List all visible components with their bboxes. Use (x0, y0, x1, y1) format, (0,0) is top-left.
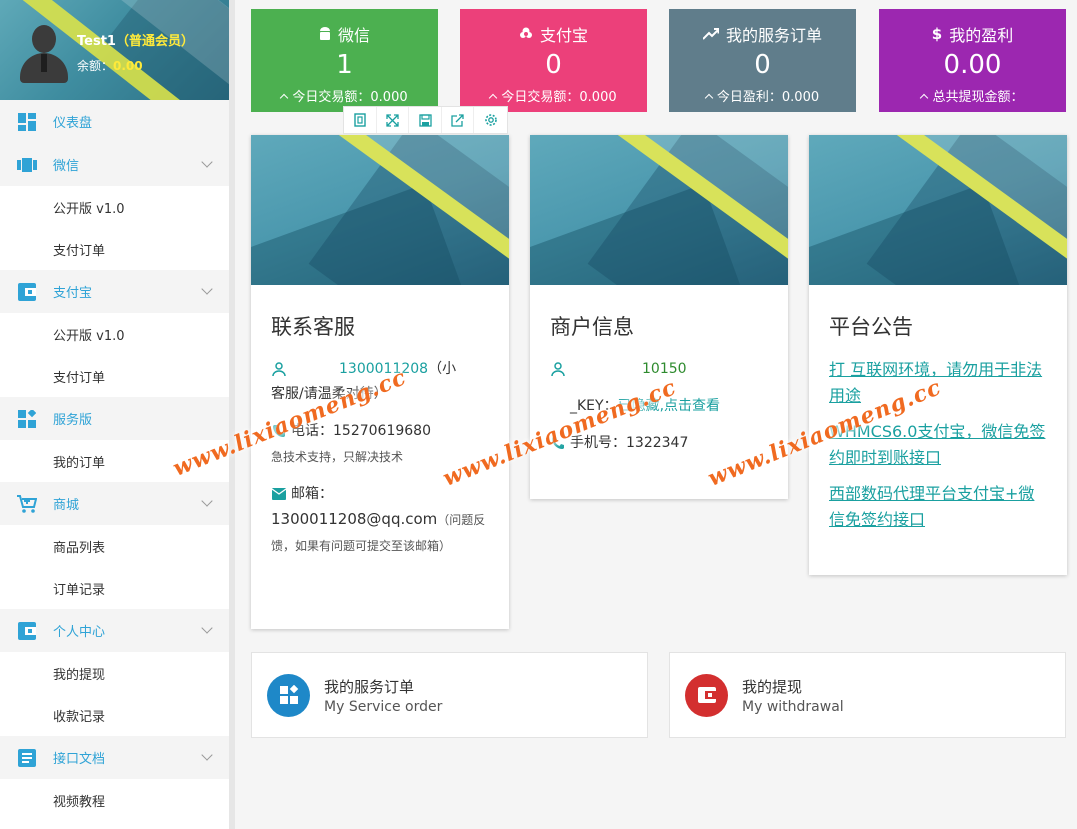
wechat-icon (0, 157, 53, 172)
sidebar-item-label: 支付宝 (53, 286, 93, 301)
chevron-down-icon (201, 156, 213, 168)
user-icon (272, 362, 286, 376)
stat-card-service-orders[interactable]: 我的服务订单 0 今日盈利：0.000 (669, 9, 856, 112)
mail-icon (271, 488, 287, 500)
sidebar-subitem[interactable]: 收款记录 (0, 694, 234, 736)
stat-value: 0.00 (943, 50, 1002, 80)
chevron-down-icon (201, 495, 213, 507)
stat-value: 0 (545, 50, 562, 80)
cart-icon (0, 494, 53, 513)
sidebar-item-label: 服务版 (53, 413, 93, 428)
user-name: Test1（普通会员） (77, 34, 194, 49)
my-withdrawal-button[interactable]: 我的提现 My withdrawal (669, 652, 1066, 738)
wallet-icon (0, 282, 53, 301)
stat-sub: 今日盈利：0.000 (716, 90, 820, 105)
button-subtitle: My withdrawal (742, 698, 844, 715)
card-title: 商户信息 (550, 315, 634, 339)
sidebar-item-wechat[interactable]: 微信 (0, 143, 234, 186)
merchant-card: 商户信息 10150 _KEY：已隐藏,点击查看 手机号：1322347 (530, 135, 788, 499)
doc-icon (0, 748, 53, 767)
card-title: 平台公告 (829, 315, 913, 339)
stat-title: 微信 (337, 26, 370, 45)
profile-header: Test1（普通会员） 余额：0.00 (0, 0, 234, 100)
card-title: 联系客服 (271, 315, 355, 339)
grid-icon (0, 409, 53, 428)
caret-up-icon (704, 93, 714, 102)
sidebar-item-dashboard[interactable]: 仪表盘 (0, 100, 234, 143)
sidebar-subitem[interactable]: 支付订单 (0, 228, 234, 270)
flower-icon (519, 27, 532, 38)
sidebar-subitem[interactable]: 视频教程 (0, 779, 234, 821)
contact-email: 邮箱： 1300011208@qq.com（问题反馈，如果有问题可提交至该邮箱） (271, 486, 486, 553)
settings-icon[interactable] (474, 107, 507, 133)
stat-title: 我的盈利 (949, 26, 1014, 45)
expand-icon[interactable] (377, 107, 410, 133)
notice-card: 平台公告 打 互联网环境，请勿用于非法用途 WHMCS6.0支付宝，微信免签约即… (809, 135, 1067, 575)
card-toolbar (343, 106, 508, 134)
stat-sub: 总共提现金额： (932, 90, 1024, 105)
dollar-icon: $ (931, 25, 943, 43)
caret-up-icon (280, 93, 289, 102)
sidebar-item-service[interactable]: 服务版 (0, 397, 234, 440)
sidebar-item-docs[interactable]: 接口文档 (0, 736, 234, 779)
sidebar-item-label: 微信 (53, 159, 80, 174)
sidebar-item-shop[interactable]: 商城 (0, 482, 234, 525)
sidebar-item-label: 个人中心 (53, 625, 106, 640)
sidebar-item-alipay[interactable]: 支付宝 (0, 270, 234, 313)
sidebar-item-label: 仪表盘 (53, 116, 93, 131)
button-subtitle: My Service order (324, 698, 443, 715)
notice-link[interactable]: 西部数码代理平台支付宝+微信免签约接口 (829, 481, 1047, 533)
sidebar-subitem[interactable]: 订单记录 (0, 567, 234, 609)
sidebar-scrollbar[interactable] (229, 0, 235, 829)
caret-up-icon (920, 93, 929, 102)
sidebar-item-personal[interactable]: 个人中心 (0, 609, 234, 652)
stat-card-wechat[interactable]: 微信 1 今日交易额：0.000 (251, 9, 438, 112)
android-icon (319, 26, 330, 40)
user-icon (551, 362, 565, 376)
sidebar-subitem[interactable]: 支付订单 (0, 355, 234, 397)
caret-up-icon (489, 93, 498, 102)
user-balance: 余额：0.00 (77, 59, 143, 73)
chevron-down-icon (201, 622, 213, 634)
stat-card-profit[interactable]: $ 我的盈利 0.00 总共提现金额： (879, 9, 1066, 112)
sidebar-item-label: 接口文档 (53, 752, 106, 767)
stat-sub: 今日交易额：0.000 (292, 90, 408, 105)
sidebar: Test1（普通会员） 余额：0.00 仪表盘 微信 公开版 v1.0 支付订单… (0, 0, 235, 829)
card-banner (809, 135, 1067, 285)
stat-value: 1 (336, 50, 353, 80)
sidebar-subitem[interactable]: 公开版 v1.0 (0, 313, 234, 355)
sidebar-subitem[interactable]: 商品列表 (0, 525, 234, 567)
grid-icon (267, 673, 310, 717)
chevron-down-icon (201, 749, 213, 761)
share-icon[interactable] (442, 107, 475, 133)
user-level: （普通会员） (115, 34, 194, 49)
button-title: 我的提现 (742, 677, 803, 696)
card-banner (251, 135, 509, 285)
sidebar-item-label: 商城 (53, 498, 80, 513)
stat-sub: 今日交易额：0.000 (501, 90, 617, 105)
avatar[interactable] (20, 25, 68, 83)
button-title: 我的服务订单 (324, 677, 415, 696)
my-service-order-button[interactable]: 我的服务订单 My Service order (251, 652, 648, 738)
copy-icon[interactable] (344, 107, 377, 133)
wallet-icon (685, 673, 728, 717)
card-banner (530, 135, 788, 285)
wallet-icon (0, 621, 53, 640)
dashboard-icon (0, 112, 53, 131)
stat-value: 0 (754, 50, 771, 80)
stat-title: 我的服务订单 (725, 26, 822, 45)
chevron-down-icon (201, 283, 213, 295)
save-icon[interactable] (409, 107, 442, 133)
sidebar-subitem[interactable]: 我的提现 (0, 652, 234, 694)
trend-icon (702, 28, 719, 40)
stat-title: 支付宝 (539, 26, 588, 45)
sidebar-subitem[interactable]: 公开版 v1.0 (0, 186, 234, 228)
stat-card-alipay[interactable]: 支付宝 0 今日交易额：0.000 (460, 9, 647, 112)
